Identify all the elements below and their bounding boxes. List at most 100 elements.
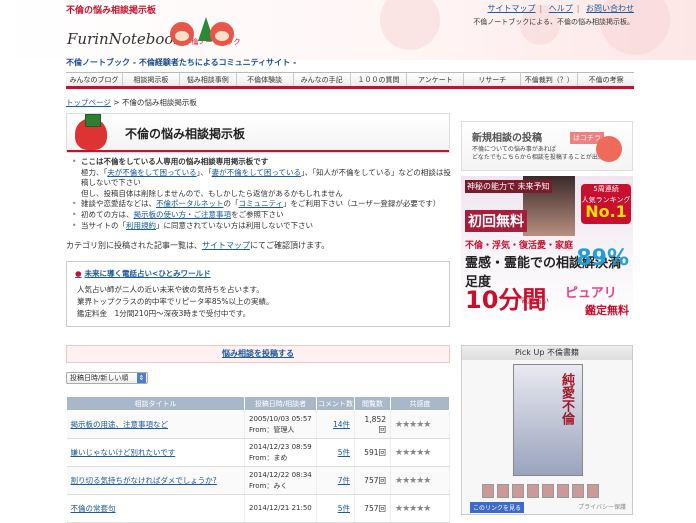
ad-text-part: 5周連続 [593,185,619,193]
notice-text: 但し、投稿自体は削除しませんので、もしかしたら返信があるかもしれません [81,188,343,198]
thumbnail[interactable] [587,484,599,498]
sitemap-inline-link[interactable]: サイトマップ [202,241,250,250]
banner-title: 新規相談の投稿 [472,133,542,144]
table-row: 嫌いじゃないけど別れたいです 2014/12/23 08:59 From：まめ 5… [66,438,450,467]
thumbnail[interactable] [542,484,554,498]
comment-count[interactable]: 14件 [333,420,350,429]
usage-guide-link[interactable]: 掲示板の使い方・ご注意事項 [134,210,232,219]
notice-text: 極力、「 [81,167,108,177]
notice-text: 初めての方は、 [81,209,134,219]
nav-notes[interactable]: みんなの手記 [294,73,351,86]
promo-title-text: 未来に導く電話占い<ひとみワールド [84,269,211,278]
ad-text-part: 未来予知 [517,182,550,191]
promo-box: ● 未来に導く電話占い<ひとみワールド 人気占い師が二人の近い未来や彼の気持ちを占… [66,261,450,327]
ad-percent: 89% [576,246,629,271]
post-consultation-link[interactable]: 悩み相談を投稿する [222,349,294,358]
view-count: 757回 [354,494,391,523]
ad-text: 電話占い [521,297,549,305]
category-line: カテゴリ別に投稿された記事一覧は、サイトマップにてご確認頂けます。 [66,240,329,251]
col-comments[interactable]: コメント数 [316,396,355,411]
notice-item: ここは不倫をしている人専用の悩み相談専用掲示板です [72,157,452,168]
notice-text: 雑談や恋愛話などは、 [81,199,156,209]
table-header-row: 相談タイトル 投稿日時/相談者 コメント数 閲覧数 共感度 [66,396,450,411]
thread-title[interactable]: 嫌いじゃないけど別れたいです [71,448,176,457]
nav-trial[interactable]: 不倫裁判（？） [521,73,579,86]
view-count: 1,852回 [354,410,391,439]
promo-title[interactable]: ● 未来に導く電話占い<ひとみワールド [75,268,211,279]
notice-item: 当サイトの「利用規約」に同意されていない方は利用しないで下さい [72,221,452,232]
nav-questions[interactable]: １００の質問 [351,73,408,86]
empathy-stars: ★★★★★ [390,410,450,439]
comment-count[interactable]: 7件 [338,476,350,485]
nav-board[interactable]: 相談掲示板 [123,73,180,86]
nav-study[interactable]: 不倫の考察 [578,73,634,86]
thumbnail[interactable] [557,484,569,498]
nav-survey[interactable]: アンケート [407,73,465,86]
ranking-badge: 5周連続 人気ランキング No.1 [581,184,631,224]
book-thumbnails [482,484,599,498]
promo-line: 人気占い師が二人の近い未来や彼の気持ちを占います。 [77,285,264,294]
terms-link[interactable]: 利用規約 [126,221,156,230]
thumbnail[interactable] [572,484,584,498]
portal-link[interactable]: 不倫ポータルネット [156,199,224,208]
wife-affair-link[interactable]: 妻が不倫をして困っている [212,168,301,177]
page-title-box: 不倫の悩み相談掲示板 [66,113,450,153]
thread-author: From：管理人 [249,425,295,434]
thread-date: 2014/12/22 08:34 [249,470,312,479]
notice-item: 雑談や恋愛話などは、不倫ポータルネットの「コミュニティ」をご利用下さい（ユーザー… [72,199,452,210]
thumbnail[interactable] [497,484,509,498]
site-h1: 不倫の悩み相談掲示板 [66,6,157,16]
ad-text-part: No.1 [585,202,627,221]
thread-title[interactable]: 割り切る気持ちがなければダメでしょうか? [71,476,217,485]
sitemap-link[interactable]: サイトマップ [488,4,536,13]
empathy-stars: ★★★★★ [390,494,450,523]
thumbnail[interactable] [482,484,494,498]
fortune-ad-banner[interactable]: 神秘の能力で 未来予知 初回無料 5周連続 人気ランキング No.1 不倫・浮気・復… [461,176,633,323]
col-views[interactable]: 閲覧数 [354,396,391,411]
breadcrumb-home[interactable]: トップページ [66,98,111,107]
pickup-header: Pick Up 不倫書籍 [462,346,632,360]
book-cover[interactable]: 純愛不倫 [513,364,583,476]
sort-select[interactable]: 投稿日時/新しい順 [66,372,148,384]
apple-mascot-icon [596,136,622,162]
thumbnail[interactable] [512,484,524,498]
ad-brand: ピュアリ [565,286,617,301]
thread-date: 2014/12/21 21:50 [249,504,312,512]
empathy-stars: ★★★★★ [390,438,450,467]
ad-text-part: 神秘の能力で [467,182,515,191]
ad-text: 神秘の能力で 未来予知 [465,180,552,193]
help-link[interactable]: ヘルプ [549,4,573,13]
col-empathy[interactable]: 共感度 [390,396,450,411]
notice-text: 」、「 [196,167,212,177]
husband-affair-link[interactable]: 夫が不倫をして困っている [107,168,196,177]
nav-blog[interactable]: みんなのブログ [66,73,123,86]
apple-bullet-icon: ● [75,269,82,278]
contact-link[interactable]: お問い合わせ [586,4,634,13]
header-description: 不倫ノートブックによる、不倫の悩み相談掲示板。 [473,18,634,26]
new-consultation-banner[interactable]: 新規相談の投稿 はコチラ 不倫についての悩み事があれば どなたでもこちらから相談を… [461,121,633,171]
breadcrumb-current: 不倫の悩み相談掲示板 [121,98,197,107]
nav-research[interactable]: リサーチ [464,73,522,86]
thumbnail[interactable] [527,484,539,498]
apple-icon [75,114,107,150]
category-text: カテゴリ別に投稿された記事一覧は、 [66,241,202,250]
thread-table: 相談タイトル 投稿日時/相談者 コメント数 閲覧数 共感度 掲示板の用途、注意事… [66,396,450,523]
book-title: 純愛不倫 [559,373,574,425]
nav-stories[interactable]: 不倫体験談 [237,73,294,86]
notice-list: ここは不倫をしている人専用の悩み相談専用掲示板です 極力、「夫が不倫をして困って… [72,157,452,231]
notice-item: 初めての方は、掲示板の使い方・ご注意事項をご参照下さい [72,210,452,221]
pickup-book-box: Pick Up 不倫書籍 純愛不倫 このリンクを見る プライバシー保護 [461,345,633,515]
comment-count[interactable]: 5件 [338,448,350,457]
notice-text: の「 [223,199,239,209]
category-text: にてご確認頂けます。 [250,241,330,250]
col-title[interactable]: 相談タイトル [66,396,245,411]
thread-title[interactable]: 掲示板の用途、注意事項など [71,420,169,429]
title-underline [67,150,449,152]
notice-text: 」に同意されていない方は利用しないで下さい [156,220,314,230]
book-more-link[interactable]: このリンクを見る [470,502,525,513]
community-link[interactable]: コミュニティ [239,199,284,208]
col-date[interactable]: 投稿日時/相談者 [244,396,317,411]
nav-cases[interactable]: 悩み相談事例 [180,73,237,86]
notice-text: をご参照下さい [231,209,284,219]
site-tagline: 不倫ノートブック - 不倫経験者たちによるコミュニティサイト - [66,58,297,67]
